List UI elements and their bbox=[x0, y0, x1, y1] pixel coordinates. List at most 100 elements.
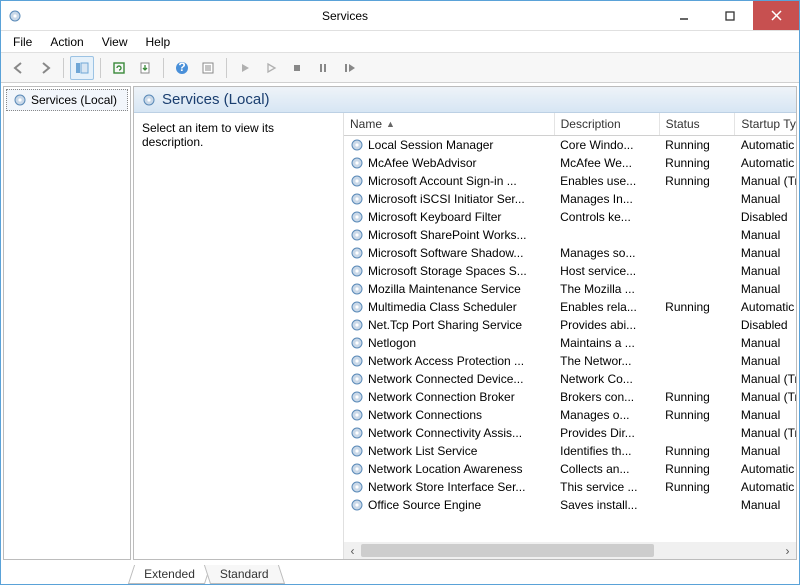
cell-name: Microsoft Account Sign-in ... bbox=[344, 172, 554, 190]
close-button[interactable] bbox=[753, 1, 799, 30]
table-row[interactable]: Network ConnectionsManages o...RunningMa… bbox=[344, 406, 796, 424]
start-service-alt-button[interactable] bbox=[259, 56, 283, 80]
table-row[interactable]: Network Connected Device...Network Co...… bbox=[344, 370, 796, 388]
service-name: Network Connections bbox=[368, 408, 482, 422]
table-row[interactable]: NetlogonMaintains a ...ManualLoc bbox=[344, 334, 796, 352]
cell-status: Running bbox=[659, 388, 735, 406]
cell-description: Provides abi... bbox=[554, 316, 659, 334]
tab-extended[interactable]: Extended bbox=[128, 565, 211, 584]
cell-status bbox=[659, 316, 735, 334]
gear-icon bbox=[350, 318, 364, 332]
refresh-button[interactable] bbox=[107, 56, 131, 80]
cell-status bbox=[659, 280, 735, 298]
cell-description: Controls ke... bbox=[554, 208, 659, 226]
show-hide-tree-button[interactable] bbox=[70, 56, 94, 80]
scroll-track[interactable] bbox=[361, 542, 779, 559]
menu-help[interactable]: Help bbox=[138, 33, 179, 51]
cell-description: Enables use... bbox=[554, 172, 659, 190]
window-controls bbox=[661, 1, 799, 30]
cell-name: Multimedia Class Scheduler bbox=[344, 298, 554, 316]
cell-status bbox=[659, 496, 735, 514]
service-name: Netlogon bbox=[368, 336, 416, 350]
help-button[interactable]: ? bbox=[170, 56, 194, 80]
cell-name: Net.Tcp Port Sharing Service bbox=[344, 316, 554, 334]
table-row[interactable]: Net.Tcp Port Sharing ServiceProvides abi… bbox=[344, 316, 796, 334]
content-body: Select an item to view its description. … bbox=[134, 113, 796, 559]
menu-action[interactable]: Action bbox=[42, 33, 91, 51]
service-name: Multimedia Class Scheduler bbox=[368, 300, 517, 314]
gear-icon bbox=[350, 390, 364, 404]
service-name: Network Store Interface Ser... bbox=[368, 480, 525, 494]
col-description[interactable]: Description bbox=[554, 113, 659, 136]
toolbar-separator bbox=[63, 58, 64, 78]
gear-icon bbox=[350, 426, 364, 440]
col-name[interactable]: Name▲ bbox=[344, 113, 554, 136]
cell-startup: Automatic bbox=[735, 136, 796, 155]
pause-service-button[interactable] bbox=[311, 56, 335, 80]
table-row[interactable]: McAfee WebAdvisorMcAfee We...RunningAuto… bbox=[344, 154, 796, 172]
tab-standard[interactable]: Standard bbox=[204, 565, 285, 584]
horizontal-scrollbar[interactable]: ‹ › bbox=[344, 542, 796, 559]
cell-startup: Disabled bbox=[735, 316, 796, 334]
cell-description: Saves install... bbox=[554, 496, 659, 514]
service-name: Mozilla Maintenance Service bbox=[368, 282, 521, 296]
cell-name: Network Store Interface Ser... bbox=[344, 478, 554, 496]
cell-startup: Automatic bbox=[735, 478, 796, 496]
cell-startup: Manual bbox=[735, 226, 796, 244]
restart-service-button[interactable] bbox=[337, 56, 361, 80]
forward-button[interactable] bbox=[33, 56, 57, 80]
list-scroll[interactable]: Name▲ Description Status Startup Type Lo… bbox=[344, 113, 796, 542]
scroll-thumb[interactable] bbox=[361, 544, 654, 557]
gear-icon bbox=[350, 138, 364, 152]
maximize-button[interactable] bbox=[707, 1, 753, 30]
table-row[interactable]: Microsoft SharePoint Works...ManualLoc bbox=[344, 226, 796, 244]
cell-name: Network Connectivity Assis... bbox=[344, 424, 554, 442]
nav-root-item[interactable]: Services (Local) bbox=[6, 89, 128, 111]
stop-service-button[interactable] bbox=[285, 56, 309, 80]
table-row[interactable]: Network Connection BrokerBrokers con...R… bbox=[344, 388, 796, 406]
table-row[interactable]: Network Access Protection ...The Networ.… bbox=[344, 352, 796, 370]
nav-tree[interactable]: Services (Local) bbox=[3, 86, 131, 560]
gear-icon bbox=[350, 246, 364, 260]
service-name: Microsoft Keyboard Filter bbox=[368, 210, 501, 224]
cell-description: Manages In... bbox=[554, 190, 659, 208]
back-button[interactable] bbox=[7, 56, 31, 80]
properties-button[interactable] bbox=[196, 56, 220, 80]
toolbar-separator bbox=[100, 58, 101, 78]
table-row[interactable]: Microsoft Account Sign-in ...Enables use… bbox=[344, 172, 796, 190]
table-row[interactable]: Microsoft Software Shadow...Manages so..… bbox=[344, 244, 796, 262]
table-row[interactable]: Network List ServiceIdentifies th...Runn… bbox=[344, 442, 796, 460]
scroll-right-button[interactable]: › bbox=[779, 542, 796, 559]
table-row[interactable]: Multimedia Class SchedulerEnables rela..… bbox=[344, 298, 796, 316]
cell-status: Running bbox=[659, 298, 735, 316]
table-row[interactable]: Local Session ManagerCore Windo...Runnin… bbox=[344, 136, 796, 155]
table-row[interactable]: Network Connectivity Assis...Provides Di… bbox=[344, 424, 796, 442]
scroll-left-button[interactable]: ‹ bbox=[344, 542, 361, 559]
start-service-button[interactable] bbox=[233, 56, 257, 80]
table-row[interactable]: Mozilla Maintenance ServiceThe Mozilla .… bbox=[344, 280, 796, 298]
services-table: Name▲ Description Status Startup Type Lo… bbox=[344, 113, 796, 514]
table-row[interactable]: Network Location AwarenessCollects an...… bbox=[344, 460, 796, 478]
menu-view[interactable]: View bbox=[94, 33, 136, 51]
export-list-button[interactable] bbox=[133, 56, 157, 80]
table-row[interactable]: Microsoft Storage Spaces S...Host servic… bbox=[344, 262, 796, 280]
service-name: Network Location Awareness bbox=[368, 462, 523, 476]
table-row[interactable]: Network Store Interface Ser...This servi… bbox=[344, 478, 796, 496]
cell-description: Manages so... bbox=[554, 244, 659, 262]
minimize-button[interactable] bbox=[661, 1, 707, 30]
list-pane: Name▲ Description Status Startup Type Lo… bbox=[344, 113, 796, 559]
gear-icon bbox=[350, 264, 364, 278]
col-status[interactable]: Status bbox=[659, 113, 735, 136]
content-header: Services (Local) bbox=[134, 87, 796, 113]
table-row[interactable]: Office Source EngineSaves install...Manu… bbox=[344, 496, 796, 514]
toolbar-separator bbox=[163, 58, 164, 78]
cell-description: Core Windo... bbox=[554, 136, 659, 155]
table-row[interactable]: Microsoft Keyboard FilterControls ke...D… bbox=[344, 208, 796, 226]
col-startup-type[interactable]: Startup Type bbox=[735, 113, 796, 136]
gear-icon bbox=[350, 444, 364, 458]
gear-icon bbox=[350, 498, 364, 512]
menu-file[interactable]: File bbox=[5, 33, 40, 51]
table-row[interactable]: Microsoft iSCSI Initiator Ser...Manages … bbox=[344, 190, 796, 208]
cell-status bbox=[659, 190, 735, 208]
cell-description: The Networ... bbox=[554, 352, 659, 370]
